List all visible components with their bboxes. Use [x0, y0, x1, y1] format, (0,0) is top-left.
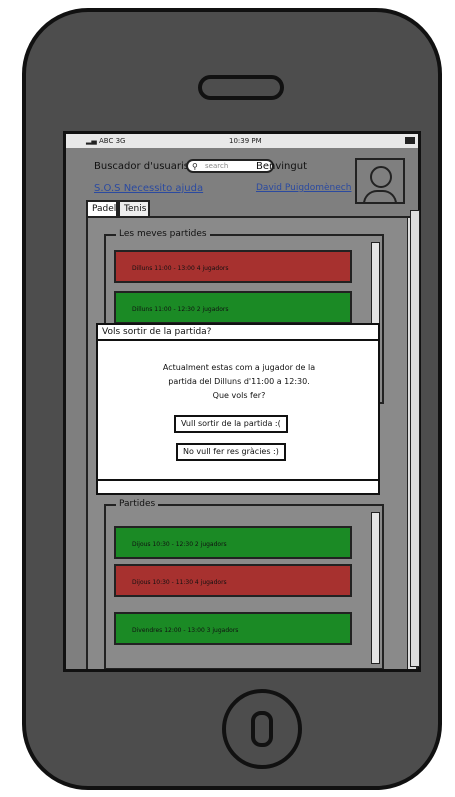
speaker-slot	[198, 75, 284, 100]
list-item[interactable]: Dijous 10:30 - 12:30 2 jugadors	[114, 526, 352, 559]
welcome-label: Benvingut	[256, 161, 307, 172]
list-item[interactable]: Dijous 10:30 - 11:30 4 jugadors	[114, 564, 352, 597]
screen-scrollbar[interactable]	[410, 210, 420, 667]
dialog-message-line: Que vols fer?	[212, 391, 266, 400]
matches-title: Partides	[116, 499, 159, 509]
search-placeholder: search	[205, 162, 229, 170]
list-item-text: Dijous 10:30 - 12:30 2 jugadors	[132, 541, 227, 548]
status-bar: ▂▄ ABC 3G 10:39 PM	[66, 134, 418, 148]
dialog-message-line: Actualment estas com a jugador de la	[162, 363, 316, 372]
dialog-message-line: partida del Dilluns d'11:00 a 12:30.	[168, 377, 310, 386]
search-label: Buscador d'usuaris	[94, 161, 189, 172]
tab-padel-label: Padel	[92, 204, 117, 214]
leave-match-dialog: Vols sortir de la partida? Actualment es…	[96, 323, 380, 495]
matches-scrollbar[interactable]	[371, 512, 380, 664]
search-icon: ⚲	[192, 162, 198, 171]
clock: 10:39 PM	[229, 137, 262, 145]
stay-button[interactable]: No vull fer res gràcies :)	[176, 443, 286, 461]
list-item[interactable]: Dilluns 11:00 - 13:00 4 jugadors	[114, 250, 352, 283]
dialog-title: Vols sortir de la partida?	[98, 325, 378, 341]
dialog-footer	[98, 479, 378, 493]
list-item[interactable]: Divendres 12:00 - 13:00 3 jugadors	[114, 612, 352, 645]
home-button[interactable]	[222, 689, 302, 769]
signal-icon: ▂▄ ABC 3G	[86, 137, 126, 145]
my-matches-title: Les meves partides	[116, 229, 210, 239]
leave-match-button[interactable]: Vull sortir de la partida :(	[174, 415, 288, 433]
matches-group: Partides Dijous 10:30 - 12:30 2 jugadors…	[104, 499, 384, 669]
sos-help-link[interactable]: S.O.S Necessito ajuda	[94, 183, 203, 194]
list-item-text: Divendres 12:00 - 13:00 3 jugadors	[132, 627, 239, 634]
home-icon	[251, 711, 273, 747]
carrier-label: ABC 3G	[99, 137, 126, 145]
list-item-text: Dilluns 11:00 - 13:00 4 jugadors	[132, 265, 229, 272]
user-name-link[interactable]: David Puigdomènech	[256, 183, 351, 193]
battery-icon	[405, 137, 415, 144]
avatar[interactable]	[355, 158, 405, 204]
dialog-message: Actualment estas com a jugador de la par…	[134, 361, 344, 403]
list-item-text: Dijous 10:30 - 11:30 4 jugadors	[132, 579, 227, 586]
list-item[interactable]: Dilluns 11:00 - 12:30 2 jugadors	[114, 291, 352, 324]
list-item-text: Dilluns 11:00 - 12:30 2 jugadors	[132, 306, 229, 313]
tab-tenis-label: Tenis	[124, 204, 147, 214]
avatar-face-icon	[370, 166, 392, 188]
avatar-body-icon	[363, 190, 397, 204]
